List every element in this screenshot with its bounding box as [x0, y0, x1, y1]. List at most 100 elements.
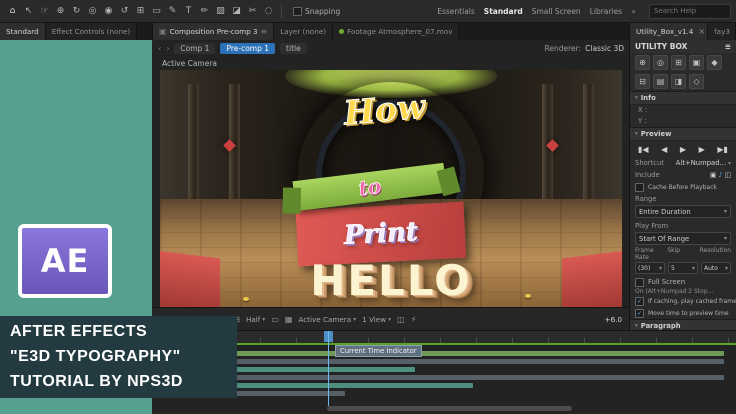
timeline-layer-bar[interactable]	[158, 351, 724, 356]
stack-layers-icon[interactable]: ▤	[653, 74, 668, 89]
previous-frame-button[interactable]: ◀	[661, 145, 667, 154]
region-of-interest-icon[interactable]: ▭	[271, 315, 279, 324]
tab-standard-panel[interactable]: Standard	[0, 22, 46, 40]
snapping-control[interactable]: Snapping	[293, 7, 340, 16]
audio-include-icon[interactable]: ♪	[718, 171, 722, 179]
full-screen-checkbox[interactable]	[635, 278, 644, 287]
paragraph-panel-header[interactable]: ▾ Paragraph	[630, 319, 736, 330]
next-frame-button[interactable]: ▶	[699, 145, 705, 154]
rotation-tool-icon[interactable]: ↺	[117, 4, 132, 19]
breadcrumb-precomp1[interactable]: Pre-comp 1	[220, 43, 275, 54]
timeline-layer-bar[interactable]	[158, 359, 724, 364]
clone-stamp-tool-icon[interactable]: ▨	[213, 4, 228, 19]
pen-tool-icon[interactable]: ✎	[165, 4, 180, 19]
pixel-aspect-icon[interactable]: ◫	[397, 315, 405, 324]
tab-layer[interactable]: Layer (none)	[274, 22, 333, 40]
panel-menu-icon[interactable]: ▣	[159, 27, 167, 36]
preview-panel-header[interactable]: ▾ Preview	[630, 127, 736, 141]
move-time-checkbox[interactable]: ✓	[635, 309, 644, 318]
tab-composition[interactable]: ▣ Composition Pre-comp 3 ≡	[153, 22, 274, 40]
range-dropdown[interactable]: Entire Duration ▾	[635, 205, 731, 218]
hollow-marker-icon[interactable]: ◇	[689, 74, 704, 89]
renderer-info[interactable]: Renderer: Classic 3D	[544, 44, 624, 53]
frame-rate-dropdown[interactable]: (30) ▾	[635, 262, 665, 274]
last-frame-button[interactable]: ▶▮	[717, 145, 728, 154]
selection-tool-icon[interactable]: ↖	[21, 4, 36, 19]
collapse-caret-icon[interactable]: ▾	[635, 95, 638, 101]
exposure-value[interactable]: +6.0	[605, 315, 622, 324]
diamond-marker-icon[interactable]: ◆	[707, 55, 722, 70]
eraser-tool-icon[interactable]: ◪	[229, 4, 244, 19]
split-layer-icon[interactable]: ◨	[671, 74, 686, 89]
workspace-tab-standard[interactable]: Standard	[484, 7, 523, 16]
timeline-scrollbar[interactable]	[327, 406, 572, 411]
timeline-layer-bar[interactable]	[158, 375, 724, 380]
cache-before-playback-option[interactable]: Cache Before Playback	[630, 181, 736, 193]
solid-layer-icon[interactable]: ▣	[689, 55, 704, 70]
full-screen-option[interactable]: Full Screen	[630, 276, 736, 288]
workspace-tab-libraries[interactable]: Libraries	[590, 7, 622, 16]
brush-tool-icon[interactable]: ✏	[197, 4, 212, 19]
home-icon[interactable]: ⌂	[5, 4, 20, 19]
dolly-camera-tool-icon[interactable]: ◉	[101, 4, 116, 19]
breadcrumb-title[interactable]: title	[280, 43, 307, 54]
anchor-center-icon[interactable]: ⊕	[635, 55, 650, 70]
tab-footage[interactable]: Footage Atmosphere_07.mov	[333, 22, 459, 40]
tab-utility-box[interactable]: Utility_Box_v1.4 ×	[630, 22, 708, 40]
utility-box-panel: UTILITY BOX ≡ ⊕◎⊞▣◆ ⊟▤◨◇ ▾ Info X : Y : …	[629, 40, 736, 330]
red-block-left	[160, 250, 220, 308]
roto-brush-tool-icon[interactable]: ✂	[245, 4, 260, 19]
menu-icon[interactable]: ≡	[725, 42, 731, 51]
search-help-input[interactable]	[649, 4, 731, 19]
camera-dropdown[interactable]: Active Camera ▾	[298, 315, 356, 324]
current-time-indicator-line[interactable]	[328, 331, 329, 406]
breadcrumb-comp1[interactable]: Comp 1	[174, 43, 215, 54]
first-frame-button[interactable]: ▮◀	[638, 145, 649, 154]
trim-layer-icon[interactable]: ⊟	[635, 74, 650, 89]
move-time-option[interactable]: ✓ Move time to preview time	[630, 307, 736, 319]
play-from-label: Play From	[635, 222, 668, 230]
grid-icon[interactable]: ⊞	[671, 55, 686, 70]
zoom-tool-icon[interactable]: ⊕	[53, 4, 68, 19]
composition-viewport[interactable]: How to Print HELLO	[160, 70, 622, 308]
workspace-tab-small-screen[interactable]: Small Screen	[532, 7, 581, 16]
play-button[interactable]: ▶	[680, 145, 686, 154]
resolution-dropdown[interactable]: Half ▾	[246, 315, 265, 324]
cached-frames-indicator	[152, 343, 736, 345]
shortcut-dropdown[interactable]: Alt+Numpad... ▾	[676, 159, 731, 167]
text-tool-icon[interactable]: T	[181, 4, 196, 19]
nav-forward-icon[interactable]: ›	[166, 44, 169, 53]
collapse-caret-icon[interactable]: ▾	[635, 131, 638, 137]
puppet-pin-tool-icon[interactable]: ◌	[261, 4, 276, 19]
skip-dropdown[interactable]: 5 ▾	[668, 262, 698, 274]
cache-before-playback-checkbox[interactable]	[635, 183, 644, 192]
preview-resolution-dropdown[interactable]: Auto ▾	[701, 262, 731, 274]
workspace-overflow-icon[interactable]: »	[631, 7, 636, 16]
pan-behind-tool-icon[interactable]: ⊞	[133, 4, 148, 19]
target-icon[interactable]: ◎	[653, 55, 668, 70]
video-include-icon[interactable]: ▣	[710, 171, 716, 179]
play-cached-frames-checkbox[interactable]: ✓	[635, 297, 644, 306]
chevron-down-icon: ▾	[724, 208, 727, 215]
snapping-checkbox[interactable]	[293, 7, 302, 16]
orbit-camera-tool-icon[interactable]: ↻	[69, 4, 84, 19]
transparency-grid-icon[interactable]: ▦	[285, 315, 293, 324]
mask-shape-tool-icon[interactable]: ▭	[149, 4, 164, 19]
collapse-caret-icon[interactable]: ▾	[635, 323, 638, 329]
snapping-label: Snapping	[305, 7, 340, 16]
pan-camera-tool-icon[interactable]: ◎	[85, 4, 100, 19]
tab-effect-controls[interactable]: Effect Controls (none)	[46, 22, 138, 40]
close-tab-icon[interactable]: ×	[698, 27, 705, 36]
tab-fay3[interactable]: fay3	[708, 22, 736, 40]
renderer-value[interactable]: Classic 3D	[585, 44, 624, 53]
workspace-tab-essentials[interactable]: Essentials	[437, 7, 475, 16]
panel-menu-icon[interactable]: ≡	[261, 27, 268, 36]
nav-back-icon[interactable]: ‹	[158, 44, 161, 53]
fast-preview-icon[interactable]: ⚡︎	[411, 315, 417, 324]
hand-tool-icon[interactable]: ☞	[37, 4, 52, 19]
info-panel-header[interactable]: ▾ Info	[630, 91, 736, 105]
play-from-dropdown[interactable]: Start Of Range ▾	[635, 232, 731, 245]
view-layout-dropdown[interactable]: 1 View ▾	[362, 315, 391, 324]
overlays-include-icon[interactable]: ◫	[725, 171, 731, 179]
play-cached-frames-option[interactable]: ✓ If caching, play cached frames	[630, 295, 736, 307]
